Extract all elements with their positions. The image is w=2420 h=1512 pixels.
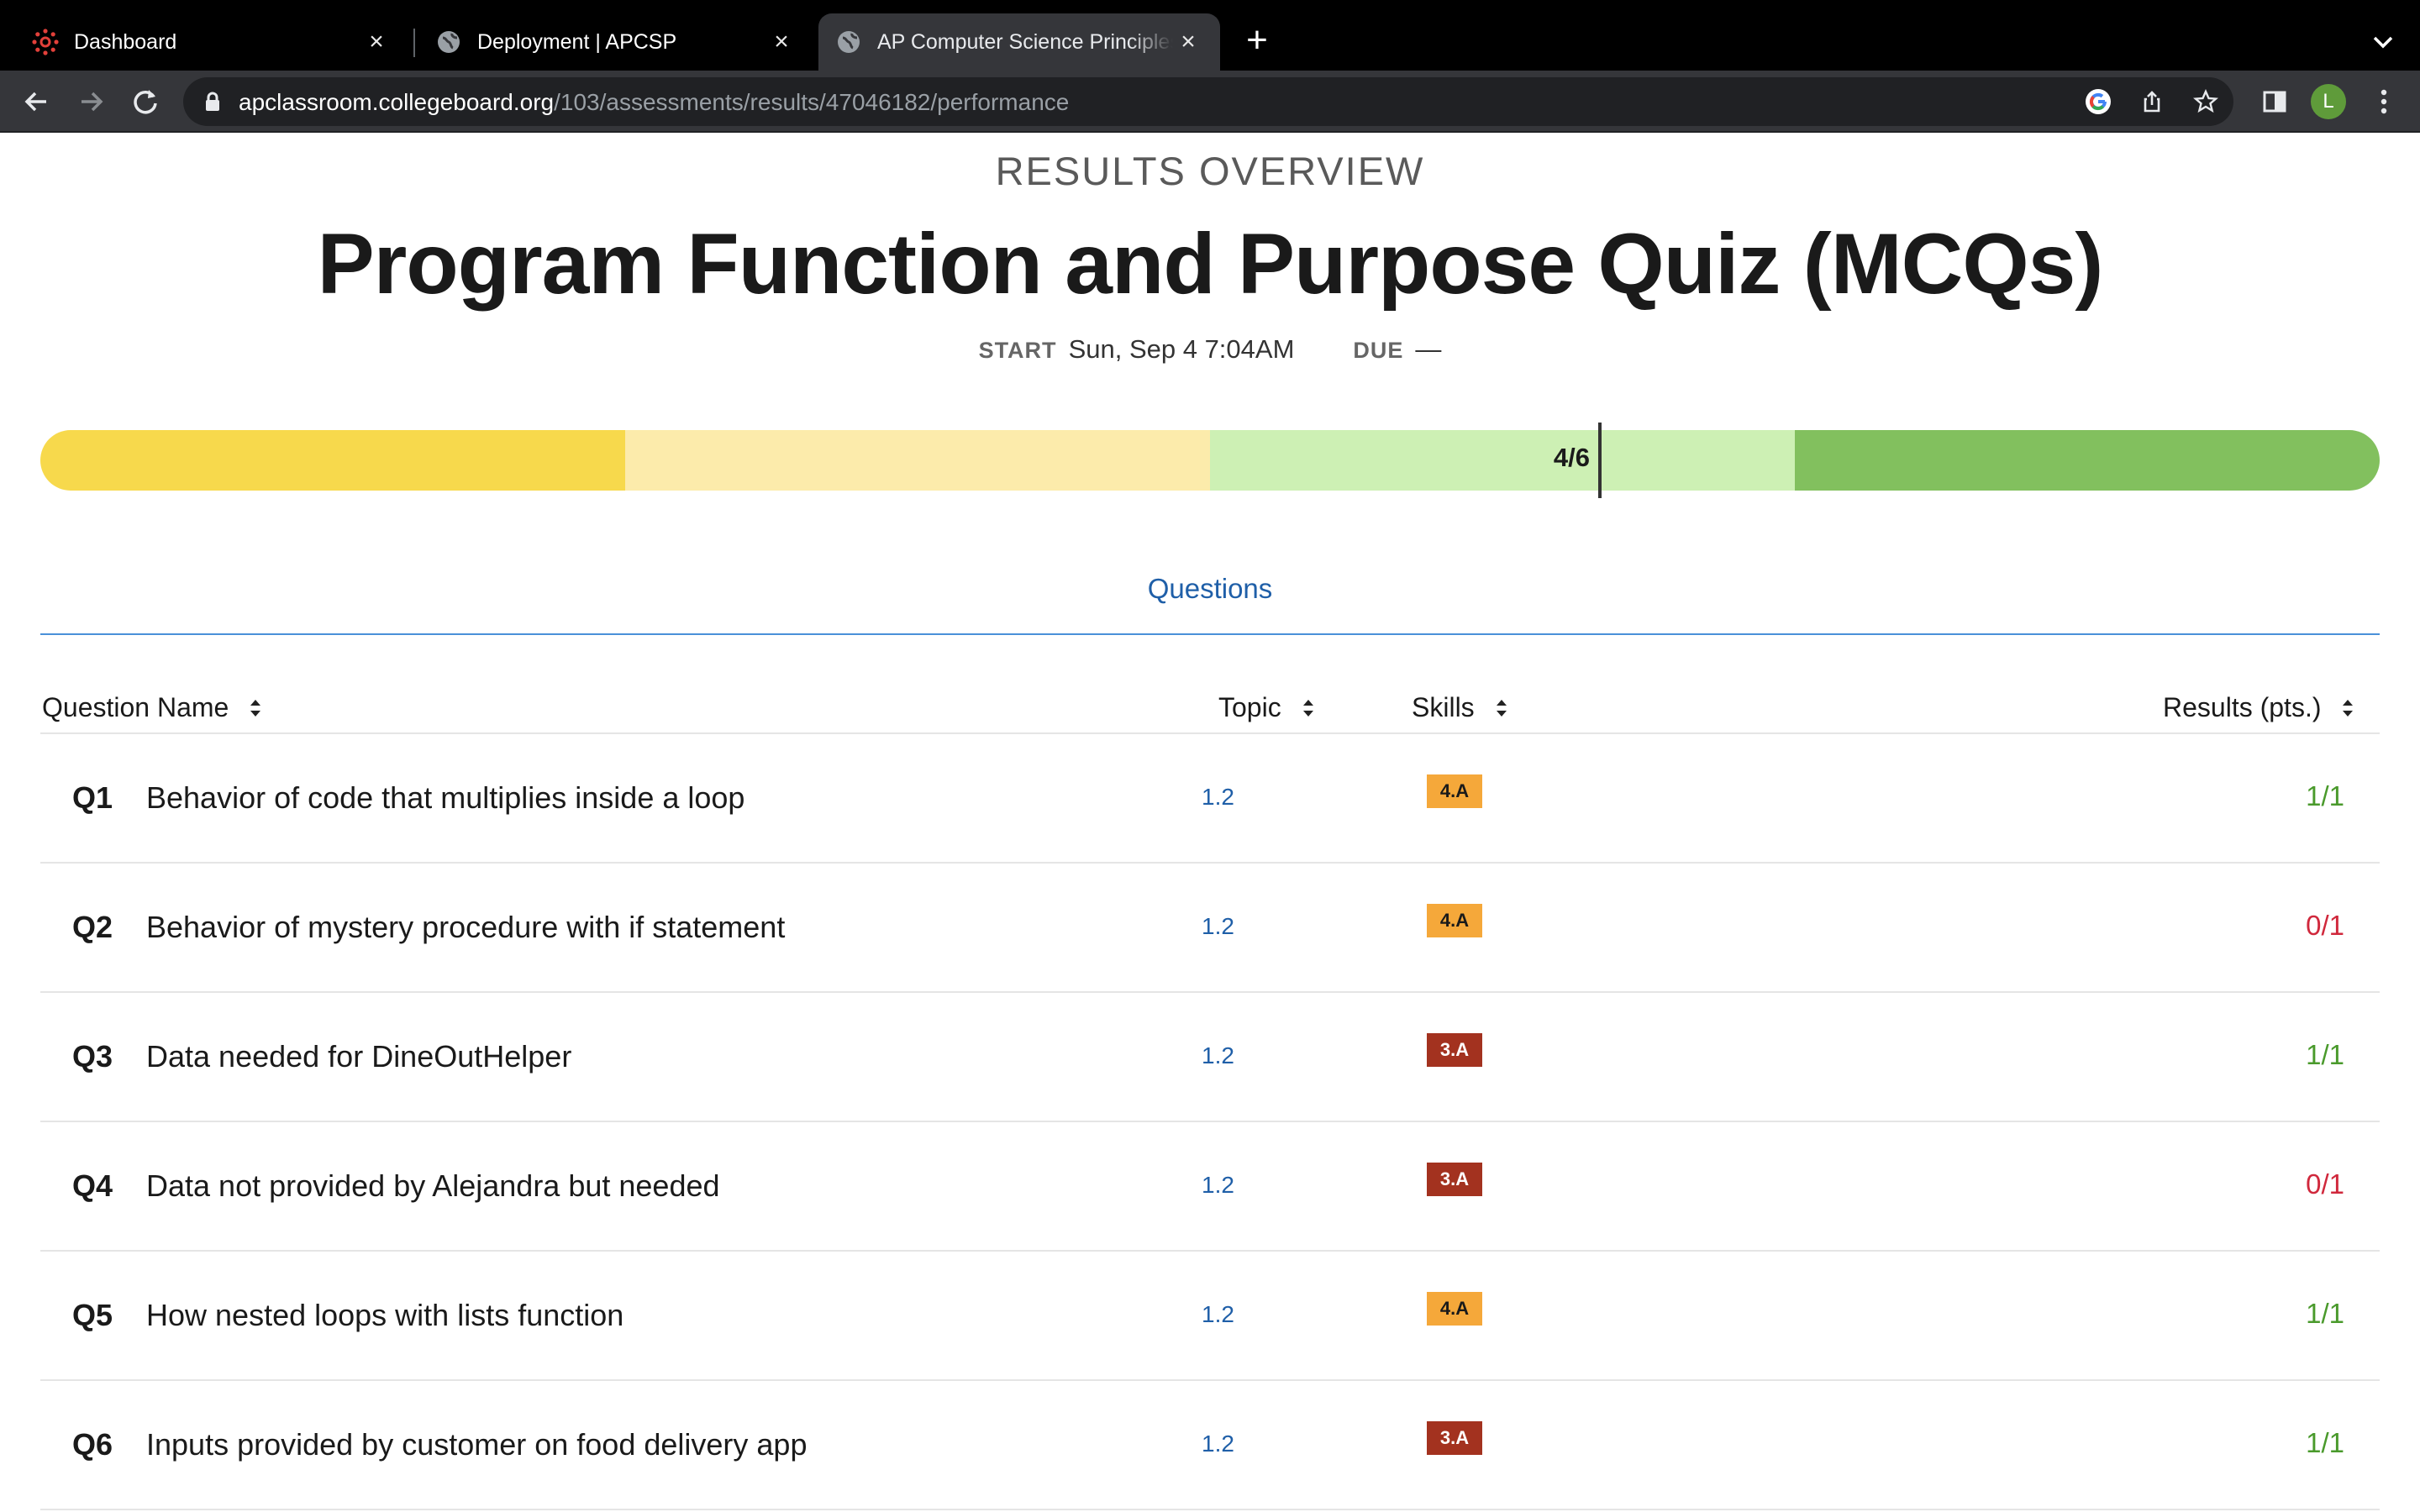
table-row[interactable]: Q5 How nested loops with lists function … [40,1252,2380,1381]
score-band-1 [40,430,625,491]
close-tab-icon[interactable]: × [766,27,797,57]
table-row[interactable]: Q6 Inputs provided by customer on food d… [40,1381,2380,1510]
tab-title: AP Computer Science Principles [877,29,1173,54]
browser-tab-strip: Dashboard × Deployment | APCSP × AP Comp… [0,0,2420,71]
question-name-link[interactable]: Behavior of mystery procedure with if st… [146,910,785,945]
tab-ap-csp[interactable]: AP Computer Science Principles × [818,13,1220,71]
result-score: 0/1 [2306,910,2344,941]
score-marker [1598,423,1602,498]
score-progress-bar [40,430,2380,491]
results-overview-label: RESULTS OVERVIEW [995,149,1425,193]
start-value: Sun, Sep 4 7:04AM [1068,334,1295,364]
question-name-link[interactable]: Behavior of code that multiplies inside … [146,780,744,816]
tab-search-chevron-icon[interactable] [2366,25,2400,59]
column-header-skills[interactable]: Skills [1412,692,1510,723]
topic-link[interactable]: 1.2 [1202,1301,1234,1328]
skill-badge: 3.A [1427,1163,1482,1196]
table-row[interactable]: Q3 Data needed for DineOutHelper 1.2 3.A… [40,993,2380,1122]
skill-badge: 4.A [1427,904,1482,937]
due-value: — [1415,334,1442,364]
result-score: 1/1 [2306,1039,2344,1070]
browser-toolbar: apclassroom.collegeboard.org/103/assessm… [0,71,2420,133]
topic-link[interactable]: 1.2 [1202,784,1234,811]
reload-icon[interactable] [128,84,163,119]
score-band-2 [625,430,1210,491]
globe-icon [435,29,462,55]
bookmark-star-icon[interactable] [2191,87,2220,116]
avatar: L [2311,84,2346,119]
tab-questions[interactable]: Questions [40,573,2380,605]
question-name-link[interactable]: Data not provided by Alejandra but neede… [146,1168,720,1204]
forward-arrow-icon[interactable] [74,84,109,119]
sort-icon [1302,699,1313,717]
globe-icon [835,29,862,55]
back-arrow-icon[interactable] [18,84,54,119]
column-header-question-name[interactable]: Question Name [42,692,264,723]
tab-deployment[interactable]: Deployment | APCSP × [402,13,813,71]
question-number: Q6 [72,1427,113,1462]
question-name-link[interactable]: Inputs provided by customer on food deli… [146,1427,807,1462]
lock-icon [202,91,224,113]
question-number: Q1 [72,780,113,815]
skill-badge: 4.A [1427,774,1482,808]
sort-icon [1496,699,1507,717]
sort-icon [2343,699,2354,717]
google-lens-icon[interactable] [2084,87,2112,116]
table-row[interactable]: Q1 Behavior of code that multiplies insi… [40,734,2380,864]
close-tab-icon[interactable]: × [1173,27,1203,57]
close-tab-icon[interactable]: × [361,27,392,57]
result-score: 1/1 [2306,780,2344,811]
column-header-results[interactable]: Results (pts.) [2163,692,2356,723]
column-header-topic[interactable]: Topic [1218,692,1317,723]
question-number: Q4 [72,1168,113,1203]
profile-avatar[interactable]: L [2311,84,2346,119]
topic-link[interactable]: 1.2 [1202,913,1234,940]
tab-title: Deployment | APCSP [477,29,677,54]
start-label: START [978,338,1057,363]
tab-title: Dashboard [74,29,177,54]
score-label: 4/6 [1553,443,1590,472]
side-panel-icon[interactable] [2257,84,2292,119]
table-row[interactable]: Q4 Data not provided by Alejandra but ne… [40,1122,2380,1252]
due-label: DUE [1353,338,1404,363]
question-number: Q2 [72,910,113,944]
topic-link[interactable]: 1.2 [1202,1431,1234,1457]
question-name-link[interactable]: How nested loops with lists function [146,1298,623,1333]
url-text: apclassroom.collegeboard.org/103/assessm… [239,89,1070,115]
result-score: 1/1 [2306,1427,2344,1458]
page-title: Program Function and Purpose Quiz (MCQs) [317,216,2104,312]
skill-badge: 4.A [1427,1292,1482,1326]
address-bar[interactable]: apclassroom.collegeboard.org/103/assessm… [183,77,2233,126]
topic-link[interactable]: 1.2 [1202,1042,1234,1069]
question-number: Q5 [72,1298,113,1332]
skill-badge: 3.A [1427,1421,1482,1455]
score-band-4 [1795,430,2380,491]
more-menu-icon[interactable] [2366,84,2402,119]
assessment-dates: START Sun, Sep 4 7:04AM DUE — [0,334,2420,365]
tab-dashboard[interactable]: Dashboard × [0,13,408,71]
canvas-logo-icon [32,29,59,55]
table-row[interactable]: Q2 Behavior of mystery procedure with if… [40,864,2380,993]
new-tab-button[interactable]: + [1239,22,1276,59]
result-score: 1/1 [2306,1298,2344,1329]
result-score: 0/1 [2306,1168,2344,1200]
share-icon[interactable] [2138,87,2166,116]
question-name-link[interactable]: Data needed for DineOutHelper [146,1039,571,1074]
skill-badge: 3.A [1427,1033,1482,1067]
sort-icon [250,699,261,717]
table-header: Question Name Topic Skills Results (pts.… [40,687,2380,734]
question-number: Q3 [72,1039,113,1074]
section-tabs: Questions [40,563,2380,635]
topic-link[interactable]: 1.2 [1202,1172,1234,1199]
